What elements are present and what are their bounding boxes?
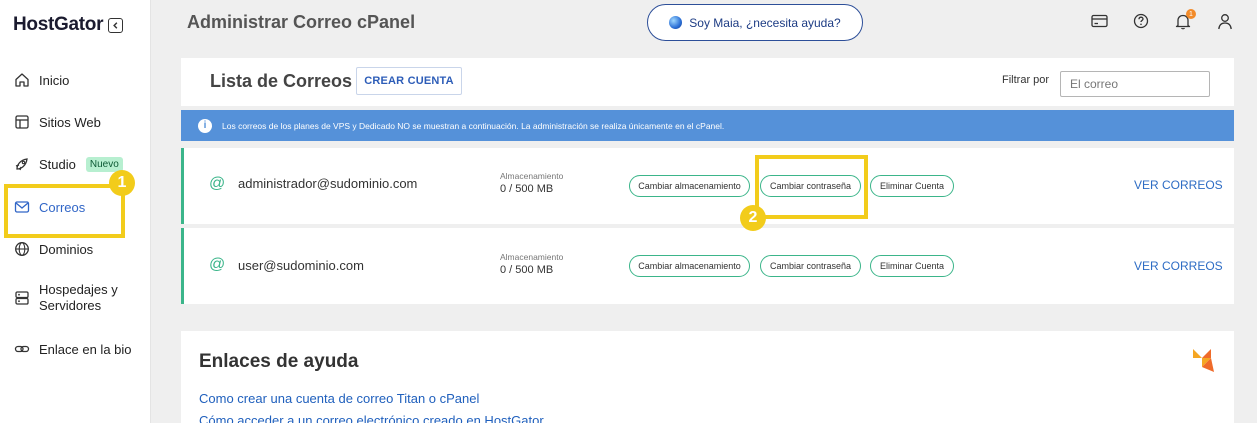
user-profile-icon[interactable] — [1216, 12, 1234, 30]
info-banner: i Los correos de los planes de VPS y Ded… — [181, 110, 1234, 141]
help-links-card: Enlaces de ayuda Como crear una cuenta d… — [181, 331, 1234, 423]
storage-label: Almacenamiento — [500, 252, 564, 262]
help-link[interactable]: Cómo acceder a un correo electrónico cre… — [199, 413, 544, 423]
view-mail-link[interactable]: VER CORREOS — [1134, 178, 1223, 192]
sidebar-item-label: Studio — [39, 156, 76, 172]
page-title: Administrar Correo cPanel — [187, 12, 416, 32]
layout-icon — [13, 113, 31, 131]
assistant-orb-icon — [669, 16, 683, 29]
step-badge-1: 1 — [109, 170, 135, 196]
home-icon — [13, 71, 31, 89]
filter-label: Filtrar por — [1002, 74, 1050, 86]
brand-logo[interactable]: HostGator — [13, 14, 124, 36]
brand-name: HostGator — [13, 14, 104, 35]
hostgator-mark-icon — [1190, 347, 1216, 374]
at-sign-icon: @ — [209, 256, 226, 273]
email-address: administrador@sudominio.com — [238, 176, 418, 191]
help-link[interactable]: Como crear una cuenta de correo Titan o … — [199, 391, 479, 406]
email-account-row: @ user@sudominio.com Almacenamiento 0 / … — [181, 228, 1234, 304]
rocket-icon — [13, 155, 31, 173]
storage-label: Almacenamiento — [500, 171, 564, 181]
sidebar-item-studio[interactable]: Studio Nuevo — [13, 155, 123, 173]
assistant-label: Soy Maia, ¿necesita ayuda? — [689, 15, 841, 30]
email-account-row: @ administrador@sudominio.com Almacenami… — [181, 148, 1234, 224]
create-account-button[interactable]: CREAR CUENTA — [356, 67, 462, 95]
at-sign-icon: @ — [209, 175, 226, 192]
sidebar-item-dominios[interactable]: Dominios — [13, 240, 93, 258]
info-banner-text: Los correos de los planes de VPS y Dedic… — [222, 120, 725, 131]
storage-value: 0 / 500 MB — [500, 264, 554, 276]
collapse-sidebar-icon[interactable] — [108, 17, 124, 33]
server-icon — [13, 289, 31, 307]
step-badge-2: 2 — [740, 205, 766, 231]
sidebar-item-label: Dominios — [39, 241, 94, 257]
sidebar-item-inicio[interactable]: Inicio — [13, 71, 69, 89]
email-address: user@sudominio.com — [238, 258, 364, 273]
sidebar-item-label: Inicio — [39, 72, 70, 88]
change-storage-button[interactable]: Cambiar almacenamiento — [629, 255, 750, 277]
new-badge: Nuevo — [85, 156, 123, 172]
list-title: Lista de Correos — [210, 71, 353, 91]
delete-account-button[interactable]: Eliminar Cuenta — [870, 255, 954, 277]
notification-count-badge: 1 — [1186, 9, 1196, 19]
sidebar-item-sitios-web[interactable]: Sitios Web — [13, 113, 101, 131]
info-icon: i — [198, 118, 212, 133]
sidebar-item-enlace-bio[interactable]: Enlace en la bio — [13, 340, 132, 358]
assistant-button[interactable]: Soy Maia, ¿necesita ayuda? — [647, 4, 863, 41]
billing-card-icon[interactable] — [1090, 12, 1108, 30]
sidebar-item-label: Sitios Web — [39, 114, 101, 130]
help-title: Enlaces de ayuda — [199, 351, 359, 372]
view-mail-link[interactable]: VER CORREOS — [1134, 259, 1223, 273]
change-password-button[interactable]: Cambiar contraseña — [760, 255, 861, 277]
notification-bell-icon[interactable]: 1 — [1174, 9, 1196, 30]
highlight-box-change-password — [755, 155, 868, 219]
email-filter-input[interactable] — [1060, 71, 1210, 97]
help-icon[interactable] — [1132, 12, 1150, 30]
sidebar-item-label: Hospedajes y Servidores — [39, 282, 118, 313]
sidebar-item-label: Enlace en la bio — [39, 341, 132, 357]
link-icon — [13, 340, 31, 358]
delete-account-button[interactable]: Eliminar Cuenta — [870, 175, 954, 197]
highlight-box-correos — [4, 184, 125, 238]
globe-icon — [13, 240, 31, 258]
sidebar-item-hospedajes[interactable]: Hospedajes y Servidores — [13, 282, 118, 314]
storage-value: 0 / 500 MB — [500, 183, 554, 195]
email-list-header: Lista de Correos CREAR CUENTA Filtrar po… — [181, 58, 1234, 106]
change-storage-button[interactable]: Cambiar almacenamiento — [629, 175, 750, 197]
